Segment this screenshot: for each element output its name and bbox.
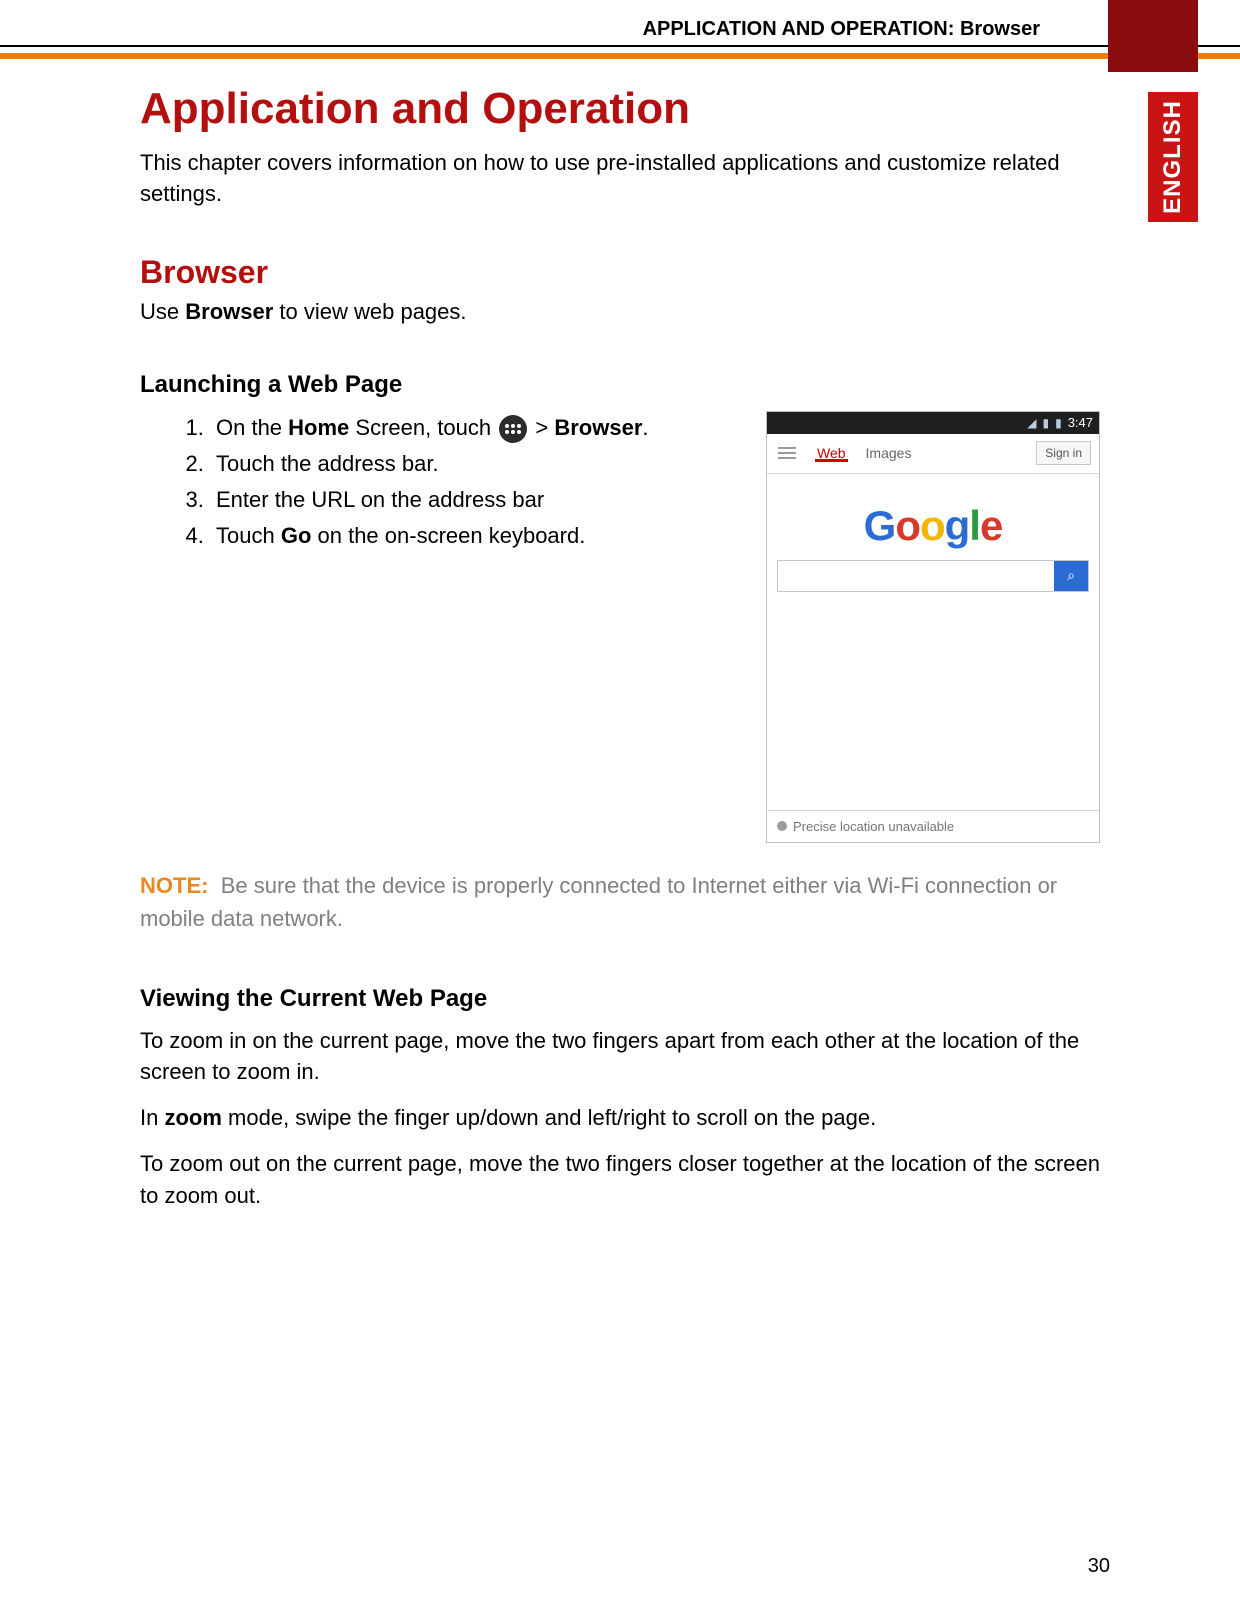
battery-icon: ▮	[1055, 416, 1062, 430]
intro-paragraph: This chapter covers information on how t…	[140, 148, 1100, 210]
location-text: Precise location unavailable	[793, 819, 954, 834]
note-label: NOTE:	[140, 873, 208, 898]
location-pin-icon	[777, 821, 787, 831]
signal-icon: ▮	[1042, 416, 1049, 430]
search-icon: ⌕	[1067, 567, 1075, 584]
viewing-p2: In zoom mode, swipe the finger up/down a…	[140, 1102, 1100, 1134]
language-label: ENGLISH	[1159, 100, 1187, 214]
launching-heading: Launching a Web Page	[140, 371, 1100, 399]
page-content: Application and Operation This chapter c…	[140, 78, 1100, 1226]
status-time: 3:47	[1068, 415, 1093, 430]
step-2: Touch the address bar.	[210, 447, 738, 481]
viewing-p3: To zoom out on the current page, move th…	[140, 1148, 1100, 1212]
wifi-icon: ◢	[1027, 416, 1036, 430]
step-1: On the Home Screen, touch > Browser.	[210, 411, 738, 445]
search-row: ⌕	[777, 560, 1089, 592]
step-4: Touch Go on the on-screen keyboard.	[210, 519, 738, 553]
page-number: 30	[1088, 1555, 1110, 1578]
section-browser-heading: Browser	[140, 254, 1100, 291]
tab-images[interactable]: Images	[856, 445, 922, 461]
google-logo: Google	[767, 502, 1099, 550]
browser-use-line: Use Browser to view web pages.	[140, 299, 1100, 325]
sign-in-button[interactable]: Sign in	[1036, 441, 1091, 465]
header-rule	[0, 53, 1240, 59]
search-button[interactable]: ⌕	[1054, 561, 1088, 591]
language-tab: ENGLISH	[1148, 92, 1198, 222]
browser-tab-bar: Web Images Sign in	[767, 434, 1099, 474]
phone-status-bar: ◢ ▮ ▮ 3:47	[767, 412, 1099, 434]
phone-blank-area	[767, 602, 1099, 810]
apps-grid-icon	[499, 415, 527, 443]
search-input[interactable]	[778, 561, 1054, 591]
viewing-p1: To zoom in on the current page, move the…	[140, 1025, 1100, 1089]
corner-decoration	[1108, 0, 1198, 72]
page-title: Application and Operation	[140, 84, 1100, 134]
location-bar: Precise location unavailable	[767, 810, 1099, 842]
tab-web[interactable]: Web	[807, 445, 856, 461]
note-text: Be sure that the device is properly conn…	[140, 873, 1057, 931]
step-3: Enter the URL on the address bar	[210, 483, 738, 517]
viewing-heading: Viewing the Current Web Page	[140, 985, 1100, 1013]
running-head: APPLICATION AND OPERATION: Browser	[0, 18, 1240, 47]
launch-steps: On the Home Screen, touch > Browser. Tou…	[140, 411, 738, 843]
menu-icon[interactable]	[767, 447, 807, 459]
page-header: APPLICATION AND OPERATION: Browser	[0, 18, 1240, 59]
note-block: NOTE: Be sure that the device is properl…	[140, 869, 1100, 935]
phone-screenshot: ◢ ▮ ▮ 3:47 Web Images Sign in Google ⌕	[766, 411, 1100, 843]
